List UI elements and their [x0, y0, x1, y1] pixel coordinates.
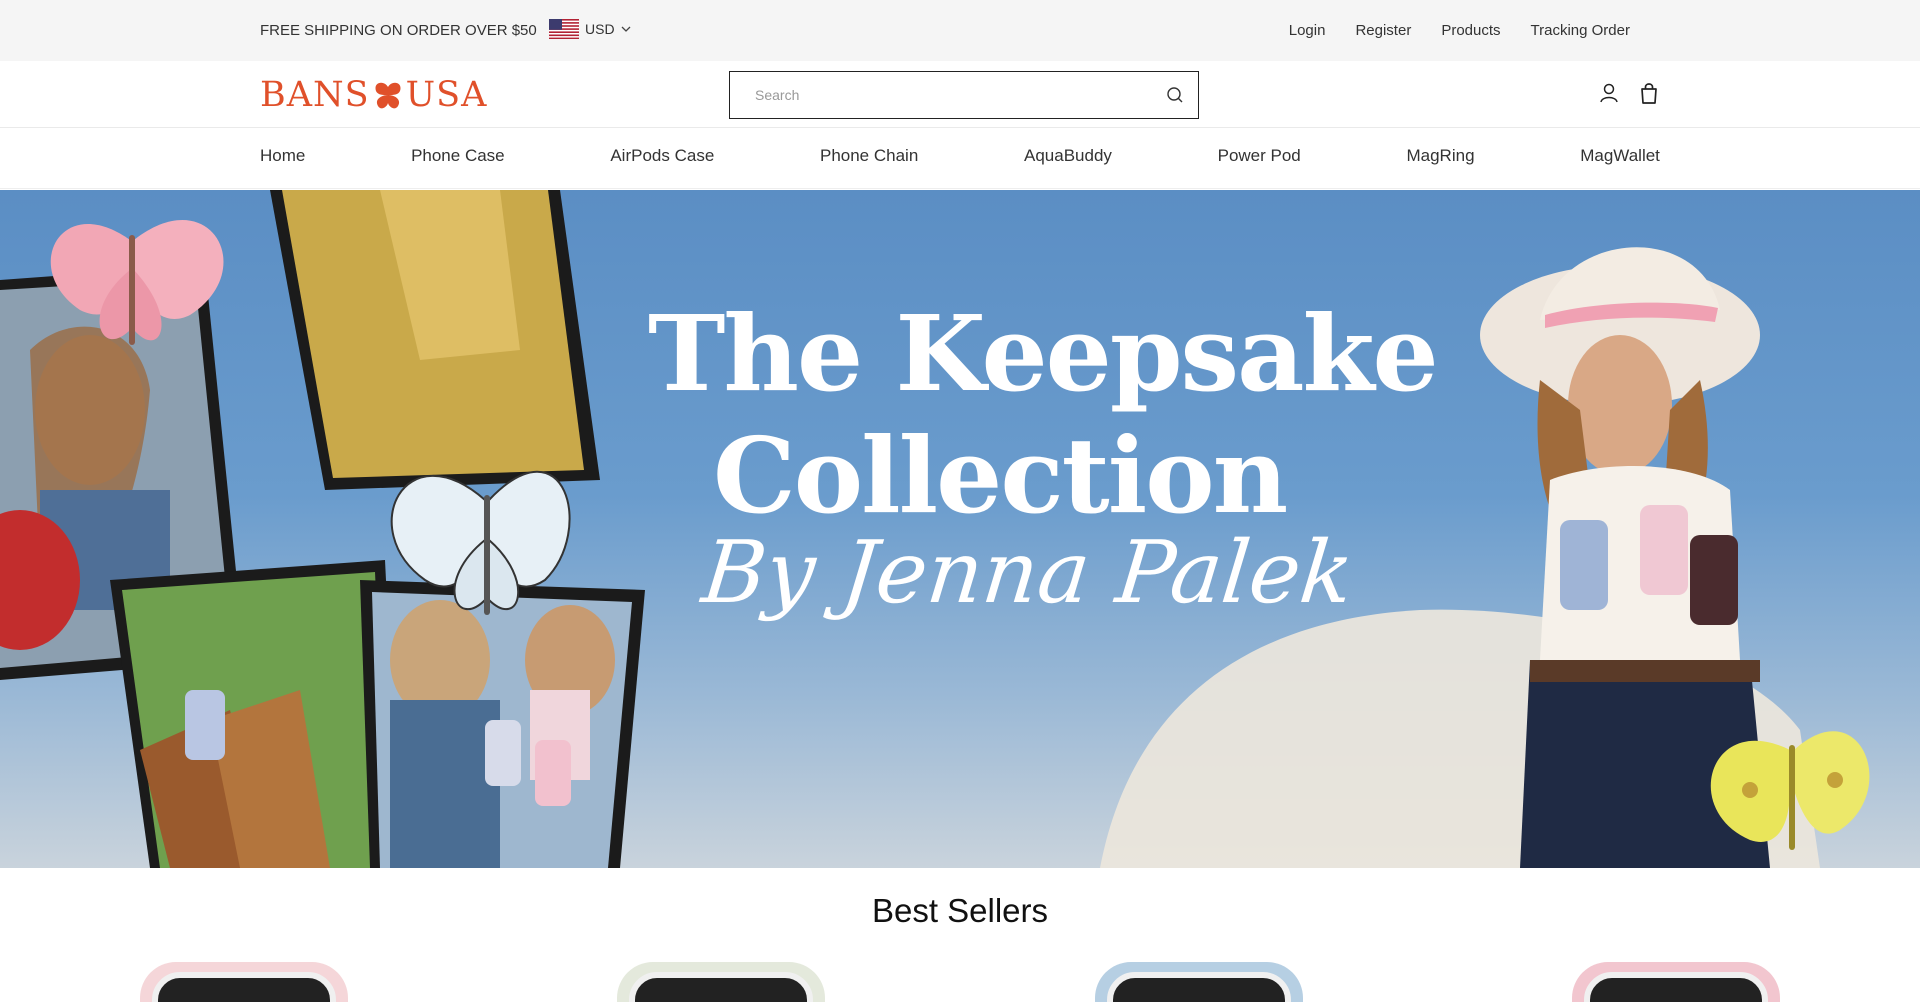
nav-item-power-pod[interactable]: Power Pod	[1218, 146, 1301, 166]
polaroid-bottom-left	[110, 560, 400, 868]
nav-item-phone-case[interactable]: Phone Case	[411, 146, 505, 166]
polaroid-top	[270, 190, 600, 490]
hero-title-line-1: The Keepsake	[648, 292, 1439, 415]
top-announcement-bar: FREE SHIPPING ON ORDER OVER $50 USD Logi…	[0, 0, 1920, 61]
tracking-order-link[interactable]: Tracking Order	[1531, 22, 1630, 39]
site-logo[interactable]: BANS USA	[260, 75, 487, 115]
us-flag-icon	[549, 19, 579, 39]
nav-item-airpods-case[interactable]: AirPods Case	[610, 146, 714, 166]
nav-item-phone-chain[interactable]: Phone Chain	[820, 146, 918, 166]
best-sellers-heading: Best Sellers	[871, 892, 1049, 929]
search-input[interactable]	[730, 72, 1166, 118]
logo-text-left: BANS	[260, 75, 370, 115]
product-card[interactable]	[617, 962, 825, 1002]
hero-title-line-3: By Jenna Palek	[697, 523, 1358, 623]
header-icons	[1598, 81, 1660, 105]
account-links: Login Register Products Tracking Order	[1289, 22, 1630, 39]
hero-title-line-2: Collection	[713, 414, 1288, 537]
product-card[interactable]	[1095, 962, 1303, 1002]
free-shipping-text: FREE SHIPPING ON ORDER OVER $50	[260, 22, 537, 39]
product-card[interactable]	[1572, 962, 1780, 1002]
currency-selector[interactable]: USD	[549, 19, 631, 39]
currency-label: USD	[585, 21, 615, 37]
polaroid-bottom-middle	[360, 580, 645, 868]
logo-text-right: USA	[405, 75, 488, 115]
nav-item-aquabuddy[interactable]: AquaBuddy	[1024, 146, 1112, 166]
search-icon[interactable]	[1166, 86, 1184, 104]
products-link[interactable]: Products	[1441, 22, 1500, 39]
product-card[interactable]	[140, 962, 348, 1002]
search-bar	[729, 71, 1199, 119]
nav-item-magwallet[interactable]: MagWallet	[1580, 146, 1660, 166]
register-link[interactable]: Register	[1355, 22, 1411, 39]
site-header: BANS USA	[0, 61, 1920, 128]
main-navigation: Home Phone Case AirPods Case Phone Chain…	[0, 128, 1920, 189]
bag-icon[interactable]	[1638, 81, 1660, 105]
best-sellers-products	[0, 962, 1920, 1002]
login-link[interactable]: Login	[1289, 22, 1326, 39]
hero-banner[interactable]: The Keepsake Collection By Jenna Palek	[0, 190, 1920, 868]
chevron-down-icon	[621, 26, 631, 32]
nav-item-home[interactable]: Home	[260, 146, 305, 166]
logo-heart-icon	[375, 82, 401, 109]
user-icon[interactable]	[1598, 82, 1620, 104]
nav-item-magring[interactable]: MagRing	[1406, 146, 1474, 166]
